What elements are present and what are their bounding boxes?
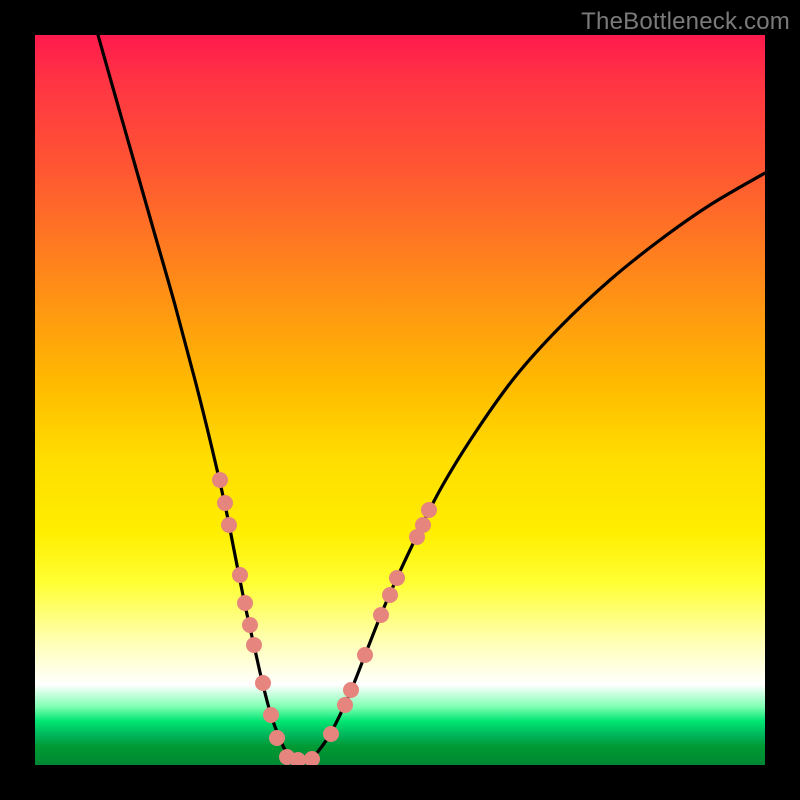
data-dot (212, 472, 228, 488)
chart-container: TheBottleneck.com (0, 0, 800, 800)
curve-left-branch (98, 35, 295, 760)
data-dot (263, 707, 279, 723)
data-dot (373, 607, 389, 623)
data-dot (343, 682, 359, 698)
chart-svg (35, 35, 765, 765)
data-dot (421, 502, 437, 518)
data-dot (357, 647, 373, 663)
data-dot (255, 675, 271, 691)
curve-right-branch (295, 173, 765, 760)
data-dot (237, 595, 253, 611)
data-dot (323, 726, 339, 742)
data-dot (382, 587, 398, 603)
data-dot (389, 570, 405, 586)
data-dot (232, 567, 248, 583)
data-dot (221, 517, 237, 533)
watermark-text: TheBottleneck.com (581, 8, 790, 36)
data-dot (242, 617, 258, 633)
data-dots-group (212, 472, 437, 765)
plot-area (35, 35, 765, 765)
data-dot (269, 730, 285, 746)
data-dot (337, 697, 353, 713)
data-dot (415, 517, 431, 533)
data-dot (217, 495, 233, 511)
data-dot (246, 637, 262, 653)
